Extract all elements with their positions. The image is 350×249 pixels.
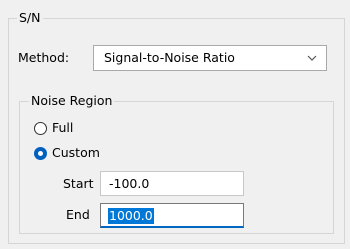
start-field[interactable]: -100.0 <box>100 171 244 196</box>
end-value: 1000.0 <box>108 208 154 224</box>
radio-custom[interactable] <box>34 147 47 160</box>
chevron-down-icon <box>307 55 317 61</box>
sn-group-title: S/N <box>17 10 43 26</box>
end-label: End <box>66 207 90 222</box>
radio-full[interactable] <box>34 122 47 135</box>
end-field[interactable]: 1000.0 <box>100 203 244 228</box>
method-label: Method: <box>18 50 70 65</box>
start-label: Start <box>63 176 94 191</box>
noise-region-title: Noise Region <box>29 93 115 109</box>
method-selected-value: Signal-to-Noise Ratio <box>104 50 235 65</box>
method-dropdown[interactable]: Signal-to-Noise Ratio <box>93 45 327 71</box>
start-value: -100.0 <box>109 176 150 191</box>
radio-custom-label[interactable]: Custom <box>52 145 100 161</box>
radio-full-label[interactable]: Full <box>52 120 73 136</box>
